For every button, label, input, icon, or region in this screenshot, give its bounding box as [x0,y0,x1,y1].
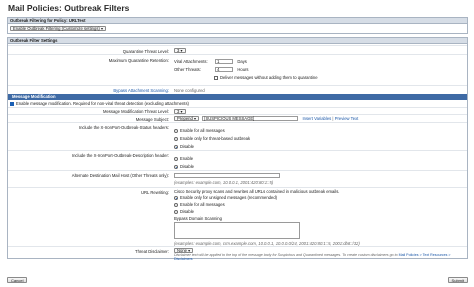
bypass-domain-label: Bypass Domain Scanning [174,216,222,221]
outbreak-filtering-select[interactable]: Enable Outbreak Filtering (Customize set… [10,26,107,31]
other-unit: Hours [237,67,249,72]
url-rewriting-all-radio[interactable] [174,202,178,207]
deliver-without-quarantine-label: Deliver messages without adding them to … [220,75,318,80]
status-header-all-radio[interactable] [174,128,178,133]
description-header-option-disable: Disable [180,164,194,169]
url-rewriting-option-all: Enable for all messages [180,202,225,207]
status-header-option-all: Enable for all messages [180,128,225,133]
enable-modification-label: Enable message modification. Required fo… [16,101,189,106]
alt-mailhost-input[interactable] [174,173,280,179]
description-header-option-enable: Enable [180,156,194,161]
status-header-label: Include the X-IronPort-Outbreak-Status h… [78,125,169,130]
viral-attachments-label: Viral Attachments: [174,59,208,64]
cancel-button[interactable]: Cancel [7,277,28,283]
policy-box: Outbreak Filtering for Policy: URLTest E… [7,17,468,34]
other-threats-label: Other Threats: [174,67,201,72]
url-rewriting-unsigned-radio[interactable] [174,195,178,200]
page-title: Mail Policies: Outbreak Filters [8,3,130,13]
disclaimer-note: Disclaimer text will be applied to the t… [174,253,398,257]
status-header-disable-radio[interactable] [174,144,178,149]
description-header-disable-radio[interactable] [174,164,178,169]
bypass-attachment-value: None configured [174,88,205,93]
subject-position-select[interactable]: Prepend [174,116,200,121]
bypass-domain-textarea[interactable] [174,222,300,239]
alt-mailhost-example: (examples: example.com, 10.0.0.1, 2001:4… [174,180,274,185]
status-header-threat-radio[interactable] [174,136,178,141]
settings-heading: Outbreak Filter Settings [8,38,467,44]
bypass-attachment-label[interactable]: Bypass Attachment Scanning: [8,88,171,93]
viral-attachments-input[interactable]: 1 [215,59,234,65]
description-header-label: Include the X-IronPort-Outbreak-Descript… [71,153,169,158]
url-rewriting-label: URL Rewriting: [140,190,169,195]
outbreak-settings-panel: Outbreak Filter Settings Quarantine Thre… [7,37,468,261]
alt-mailhost-label: Alternate Destination Mail Host (Other T… [71,173,169,178]
viral-unit: Days [237,59,247,64]
message-subject-input[interactable]: [SUSPICIOUS MESSAGE] [202,116,299,122]
url-rewriting-disable-radio[interactable] [174,209,178,214]
description-header-enable-radio[interactable] [174,156,178,161]
status-header-option-disable: Disable [180,144,194,149]
preview-text-link[interactable]: Preview Text [335,116,359,121]
insert-variables-link[interactable]: Insert Variables [302,116,331,121]
other-threats-input[interactable]: 4 [215,67,234,73]
url-rewriting-description: Cisco Security proxy scans and rewrites … [174,189,340,194]
url-rewriting-option-unsigned: Enable only for unsigned messages (recom… [180,195,278,200]
deliver-without-quarantine-checkbox[interactable] [214,75,218,80]
url-rewriting-option-disable: Disable [180,209,194,214]
max-retention-label: Maximum Quarantine Retention: [108,58,169,63]
quarantine-threat-level-select[interactable]: 3 [174,48,186,53]
submit-button[interactable]: Submit [447,277,468,283]
threat-disclaimer-label: Threat Disclaimer: [135,249,169,254]
status-header-option-threat: Enable only for threat-based outbreak [180,136,251,141]
enable-modification-checkbox[interactable] [10,101,14,106]
